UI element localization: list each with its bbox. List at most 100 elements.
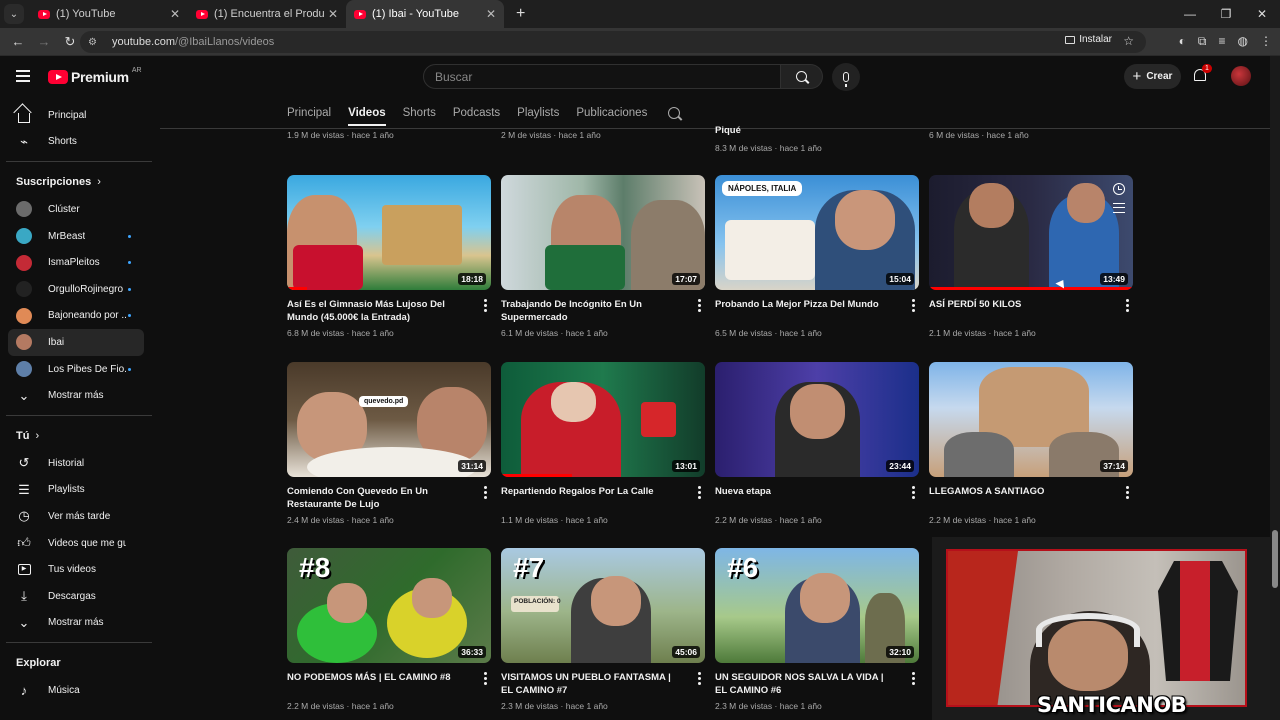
video-title[interactable]: VISITAMOS UN PUEBLO FANTASMA | EL CAMINO… [501, 671, 705, 697]
video-thumbnail[interactable]: 23:44 [715, 362, 919, 477]
restore-icon[interactable]: ❐ [1208, 7, 1244, 21]
more-actions-icon[interactable] [484, 486, 487, 501]
video-title[interactable]: NO PODEMOS MÁS | EL CAMINO #8 [287, 671, 491, 697]
back-icon[interactable]: ← [6, 34, 30, 49]
browser-tab[interactable]: (1) Ibai - YouTube ✕ [346, 0, 504, 28]
video-thumbnail[interactable]: 18:18 [287, 175, 491, 290]
extension-icon[interactable]: ◐ [1179, 34, 1186, 49]
subscriptions-header[interactable]: Suscripciones › [0, 168, 158, 196]
close-window-icon[interactable]: ✕ [1244, 7, 1280, 21]
more-actions-icon[interactable] [912, 299, 915, 314]
you-item[interactable]: ◷ Ver más tarde [0, 503, 158, 530]
video-title[interactable]: Trabajando De Incógnito En Un Supermerca… [501, 298, 705, 324]
video-card[interactable]: 13:01 Repartiendo Regalos Por La Calle 1.1… [501, 362, 705, 525]
more-actions-icon[interactable] [698, 486, 701, 501]
more-actions-icon[interactable] [912, 672, 915, 687]
minimize-icon[interactable]: — [1172, 7, 1208, 21]
browser-tab[interactable]: (1) Encuentra el Producto Caro ✕ [188, 0, 346, 28]
search-button[interactable] [781, 64, 823, 89]
tab-principal[interactable]: Principal [287, 98, 331, 128]
video-title[interactable]: ASÍ PERDÍ 50 KILOS [929, 298, 1133, 324]
more-actions-icon[interactable] [484, 299, 487, 314]
video-card[interactable]: #7 POBLACIÓN: 0 45:06 VISITAMOS UN PUEBLO F… [501, 548, 705, 711]
video-thumbnail[interactable]: 13:01 [501, 362, 705, 477]
video-title[interactable]: Piqué [715, 125, 741, 136]
create-button[interactable]: + Crear [1124, 64, 1181, 89]
media-controls-icon[interactable]: ≡ [1219, 34, 1226, 49]
you-item[interactable]: ⌄ Mostrar más [0, 610, 158, 637]
channel-search-icon[interactable] [668, 107, 681, 119]
video-title[interactable]: Así Es el Gimnasio Más Lujoso Del Mundo … [287, 298, 491, 324]
video-thumbnail[interactable]: 13:49 [929, 175, 1133, 290]
omnibox[interactable]: ⚙ youtube.com/@IbaiLlanos/videos Instala… [80, 31, 1146, 53]
new-tab-button[interactable]: + [516, 5, 525, 23]
you-item[interactable]: ⤓ Descargas [0, 583, 158, 610]
video-thumbnail[interactable]: #7 POBLACIÓN: 0 45:06 [501, 548, 705, 663]
install-app-button[interactable]: Instalar [1065, 34, 1112, 45]
reload-icon[interactable]: ↻ [58, 34, 82, 50]
video-card[interactable]: #8 36:33 NO PODEMOS MÁS | EL CAMINO #8 2.2 … [287, 548, 491, 711]
subscription-item[interactable]: Clúster [0, 196, 158, 223]
tab-publicaciones[interactable]: Publicaciones [576, 98, 647, 128]
page-scrollbar[interactable] [1270, 56, 1280, 720]
close-tab-icon[interactable]: ✕ [328, 7, 338, 21]
you-item[interactable]: ▶ Tus videos [0, 556, 158, 583]
video-title[interactable]: Nueva etapa [715, 485, 919, 511]
video-thumbnail[interactable]: #8 36:33 [287, 548, 491, 663]
video-thumbnail[interactable]: NÁPOLES, ITALIA 15:04 [715, 175, 919, 290]
search-input[interactable] [424, 65, 780, 88]
menu-icon[interactable] [16, 70, 30, 85]
video-thumbnail[interactable]: quevedo.pd 31:14 [287, 362, 491, 477]
video-title[interactable]: Probando La Mejor Pizza Del Mundo [715, 298, 919, 324]
browser-menu-icon[interactable]: ⋮ [1260, 34, 1272, 49]
subscription-item[interactable]: IsmaPleitos [0, 249, 158, 276]
video-card[interactable]: 13:49 ASÍ PERDÍ 50 KILOS 2.1 M de vistas ·… [929, 175, 1133, 338]
sidebar-item-shorts[interactable]: ⌁ Shorts [0, 129, 158, 156]
close-tab-icon[interactable]: ✕ [486, 7, 496, 21]
video-thumbnail[interactable]: 17:07 [501, 175, 705, 290]
youtube-premium-logo[interactable]: Premium AR [48, 67, 142, 85]
you-item[interactable]: ☰ Playlists [0, 477, 158, 504]
video-card[interactable]: quevedo.pd 31:14 Comiendo Con Quevedo En U… [287, 362, 491, 525]
more-actions-icon[interactable] [1126, 486, 1129, 501]
video-card[interactable]: 23:44 Nueva etapa 2.2 M de vistas · hace 1… [715, 362, 919, 525]
notifications-button[interactable]: 1 [1193, 64, 1212, 83]
profile-icon[interactable]: ◍ [1238, 34, 1248, 49]
subs-show-more[interactable]: ⌄ Mostrar más [0, 382, 158, 409]
video-card[interactable]: #6 32:10 UN SEGUIDOR NOS SALVA LA VIDA | E… [715, 548, 919, 711]
you-item[interactable]: 👍︎ Videos que me gus... [0, 530, 158, 557]
video-thumbnail[interactable]: 37:14 [929, 362, 1133, 477]
sidebar-item-principal[interactable]: Principal [0, 102, 158, 129]
video-title[interactable]: Repartiendo Regalos Por La Calle [501, 485, 705, 511]
site-info-icon[interactable]: ⚙ [88, 37, 104, 48]
you-item[interactable]: ↺ Historial [0, 450, 158, 477]
explore-item[interactable]: ♪ Música [0, 677, 158, 704]
url-text[interactable]: youtube.com/@IbaiLlanos/videos [112, 36, 274, 48]
tab-search-menu-button[interactable]: ⌄ [4, 4, 24, 24]
video-card[interactable]: 37:14 LLEGAMOS A SANTIAGO 2.2 M de vistas … [929, 362, 1133, 525]
more-actions-icon[interactable] [912, 486, 915, 501]
subscription-item[interactable]: Ibai [8, 329, 144, 356]
voice-search-button[interactable] [832, 63, 860, 91]
bookmark-star-icon[interactable]: ☆ [1123, 34, 1134, 48]
video-card[interactable]: 18:18 Así Es el Gimnasio Más Lujoso Del M… [287, 175, 491, 338]
more-actions-icon[interactable] [698, 299, 701, 314]
forward-icon[interactable]: → [32, 34, 56, 49]
subscription-item[interactable]: Bajoneando por ... [0, 303, 158, 330]
account-avatar[interactable] [1231, 66, 1251, 86]
tab-shorts[interactable]: Shorts [403, 98, 436, 128]
tab-playlists[interactable]: Playlists [517, 98, 559, 128]
you-header[interactable]: Tú › [0, 422, 158, 450]
add-to-queue-icon[interactable] [1113, 203, 1125, 213]
more-actions-icon[interactable] [484, 672, 487, 687]
scroll-thumb[interactable] [1272, 530, 1278, 588]
video-title[interactable]: Comiendo Con Quevedo En Un Restaurante D… [287, 485, 491, 511]
tab-podcasts[interactable]: Podcasts [453, 98, 500, 128]
video-card[interactable]: 17:07 Trabajando De Incógnito En Un Super… [501, 175, 705, 338]
subscription-item[interactable]: Los Pibes De Fio... [0, 356, 158, 383]
more-actions-icon[interactable] [1126, 299, 1129, 314]
subscription-item[interactable]: OrgulloRojinegro [0, 276, 158, 303]
subscription-item[interactable]: MrBeast [0, 223, 158, 250]
tab-videos[interactable]: Videos [348, 98, 386, 128]
puzzle-extensions-icon[interactable]: ⧉ [1198, 34, 1207, 49]
